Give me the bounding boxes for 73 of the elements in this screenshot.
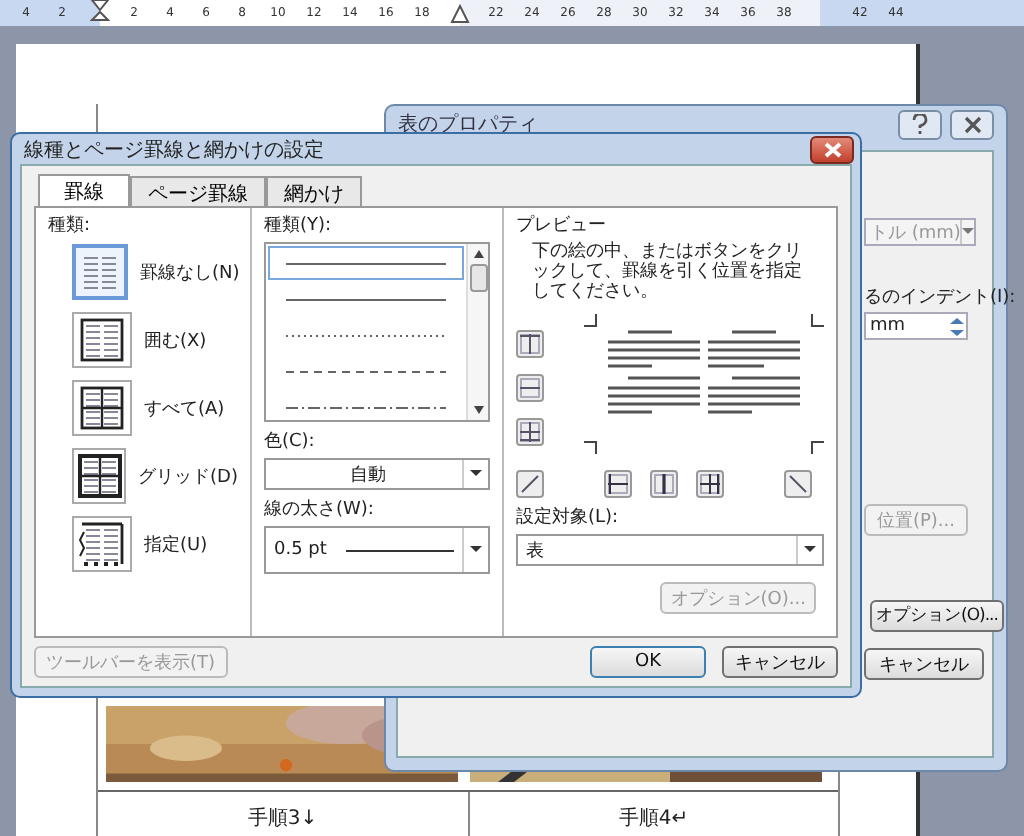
scroll-thumb[interactable]	[469, 264, 487, 292]
preview-hint: 下の絵の中、またはボタンをクリックして、罫線を引く位置を指定してください。	[530, 239, 804, 302]
line-style-item[interactable]	[268, 246, 464, 280]
ok-button[interactable]: OK	[590, 646, 706, 678]
indent-field[interactable]: mm	[864, 312, 968, 340]
cancel-button[interactable]: キャンセル	[722, 646, 838, 678]
preset-label: 指定(U)	[144, 533, 208, 557]
preset-label: 囲む(X)	[144, 329, 207, 353]
color-label: 色(C):	[264, 432, 317, 454]
table-layout-icon	[78, 384, 126, 432]
table-layout-icon	[78, 520, 126, 568]
close-button[interactable]	[810, 135, 854, 163]
border-icon	[520, 334, 540, 354]
diagonal-icon	[788, 474, 808, 494]
preview-drawing[interactable]	[584, 314, 824, 454]
border-preset-box-button[interactable]	[72, 312, 132, 368]
step-caption: 手順4↵	[616, 805, 691, 834]
close-button[interactable]	[950, 109, 994, 139]
width-label: 線の太さ(W):	[264, 500, 376, 522]
setting-label: 種類:	[48, 216, 93, 238]
scroll-down-icon[interactable]	[473, 406, 483, 414]
preset-label: すべて(A)	[144, 397, 225, 421]
caret-icon	[804, 546, 816, 554]
close-icon	[823, 141, 841, 157]
tab[interactable]: 網かけ	[266, 176, 362, 206]
help-button[interactable]	[898, 109, 942, 139]
color-dropdown[interactable]: 自動	[264, 458, 490, 490]
line-width-dropdown[interactable]: 0.5 pt	[264, 526, 490, 574]
diagonal-icon	[520, 474, 540, 494]
diagonal-up-button[interactable]	[516, 470, 544, 498]
table-layout-icon	[75, 452, 124, 500]
indent-label: るのインデント(I):	[864, 286, 1016, 310]
close-icon	[963, 115, 981, 133]
tab[interactable]: 罫線	[38, 174, 130, 206]
line-sample	[346, 547, 454, 553]
border-preset-custom-button[interactable]	[72, 516, 132, 572]
border-center-button[interactable]	[650, 470, 678, 498]
border-icon	[520, 422, 540, 442]
apply-to-label: 設定対象(L):	[516, 508, 621, 530]
border-icon	[700, 474, 720, 494]
border-icon	[520, 378, 540, 398]
tab[interactable]: ページ罫線	[130, 176, 266, 206]
spin-arrows-icon[interactable]	[948, 315, 966, 337]
help-icon	[912, 114, 928, 134]
border-left-button[interactable]	[604, 470, 632, 498]
preset-label: グリッド(D)	[138, 465, 238, 489]
preview-label: プレビュー	[516, 216, 608, 238]
border-preset-none-button[interactable]	[72, 244, 128, 300]
caret-icon	[962, 228, 975, 236]
border-icon	[654, 474, 674, 494]
style-label: 種類(Y):	[264, 216, 334, 238]
line-style-list[interactable]	[264, 242, 490, 422]
border-middle-button[interactable]	[516, 374, 544, 402]
border-right-button[interactable]	[696, 470, 724, 498]
options-button[interactable]: オプション(O)...	[870, 600, 1004, 632]
apply-to-dropdown[interactable]: 表	[516, 534, 824, 566]
border-preset-grid-button[interactable]	[72, 448, 127, 504]
preset-label: 罫線なし(N)	[140, 261, 240, 285]
cancel-button[interactable]: キャンセル	[864, 648, 984, 680]
scrollbar[interactable]	[466, 244, 488, 420]
dialog-title: 表のプロパティ	[398, 111, 540, 138]
border-icon	[608, 474, 628, 494]
border-bottom-button[interactable]	[516, 418, 544, 446]
margin-marker-icon[interactable]	[450, 4, 470, 24]
diagonal-down-button[interactable]	[784, 470, 812, 498]
border-preset-all-button[interactable]	[72, 380, 132, 436]
caret-icon	[470, 470, 482, 478]
dialog-title: 線種とページ罫線と網かけの設定	[24, 137, 326, 163]
table-layout-icon	[78, 316, 126, 364]
scroll-up-icon[interactable]	[473, 250, 483, 258]
border-top-button[interactable]	[516, 330, 544, 358]
step-caption: 手順3↓	[98, 792, 469, 836]
caret-icon	[470, 546, 482, 554]
